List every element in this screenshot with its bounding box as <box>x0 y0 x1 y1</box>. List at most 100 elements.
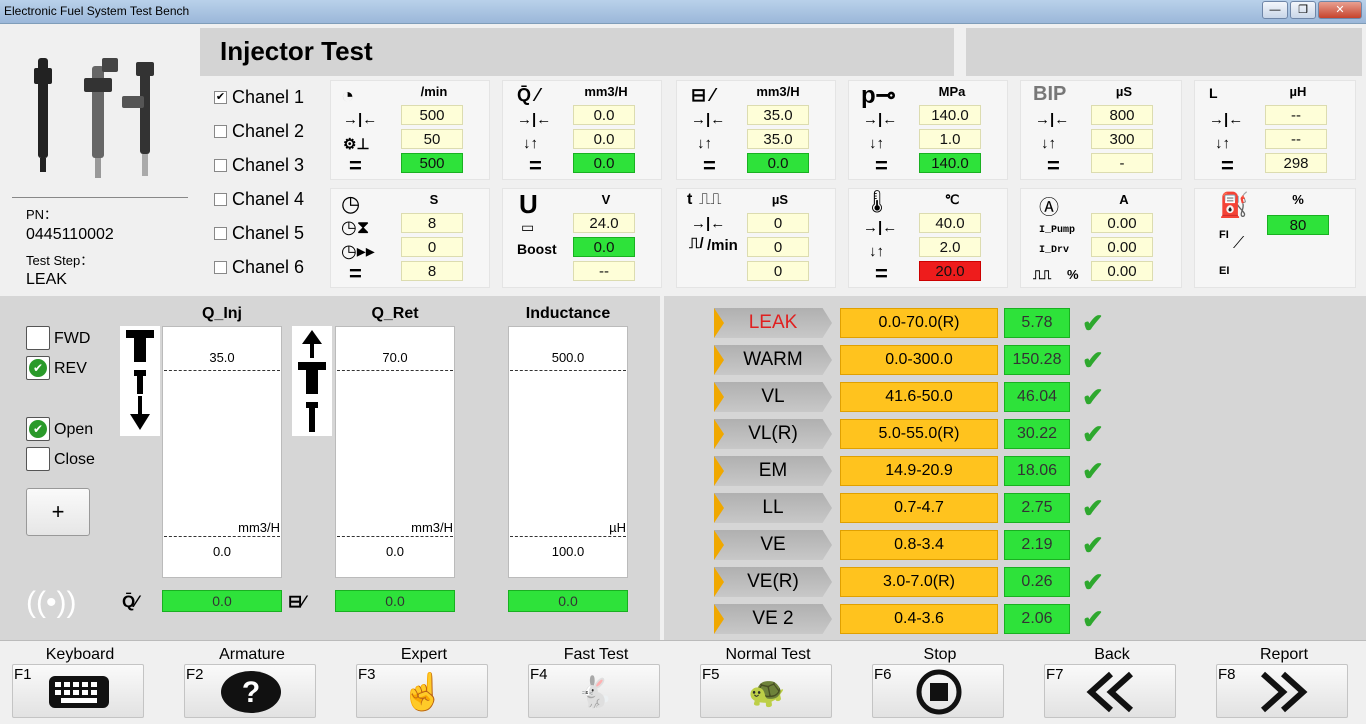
return-flow-icon: ⊟⁄ <box>288 592 306 611</box>
channel-1-checkbox[interactable]: ✔ <box>214 90 227 104</box>
return-flow-set-field[interactable]: 35.0 <box>747 105 809 125</box>
tolerance-icon: ↓↑ <box>869 135 884 152</box>
speed-tol-field[interactable]: 50 <box>401 129 463 149</box>
fast-test-button[interactable]: 🐇 <box>528 664 660 718</box>
step-button[interactable]: VE <box>714 530 832 560</box>
inductance-tol-field[interactable]: -- <box>1265 129 1327 149</box>
channel-5-checkbox[interactable] <box>214 226 227 240</box>
close-label: Close <box>54 451 95 468</box>
report-button[interactable] <box>1216 664 1348 718</box>
flow-q-icon: Q̄⁄ <box>122 592 139 611</box>
gauge-unit: mm3/H <box>238 520 280 535</box>
stop-button[interactable] <box>872 664 1004 718</box>
rabbit-icon: 🐇 <box>576 675 614 709</box>
pn-label: PN： <box>26 207 58 222</box>
equals-icon: = <box>875 261 888 286</box>
channel-4-checkbox[interactable] <box>214 192 227 206</box>
time-unit: S <box>429 192 439 207</box>
check-icon: ✔ <box>1082 345 1104 375</box>
voltage-set-field[interactable]: 24.0 <box>573 213 635 233</box>
step-button[interactable]: VL(R) <box>714 419 832 449</box>
flow-unit: mm3/H <box>584 84 628 99</box>
flow-tol-field[interactable]: 0.0 <box>573 129 635 149</box>
add-button[interactable]: + <box>26 488 90 536</box>
keyboard-button[interactable] <box>12 664 144 718</box>
freq-field[interactable]: 0 <box>747 237 809 257</box>
gauge-value-field: 0.0 <box>162 590 282 612</box>
fkey-f6: Stop F6 <box>860 640 1032 724</box>
step-result: 5.78 <box>1004 308 1070 338</box>
step-button[interactable]: EM <box>714 456 832 486</box>
step-button[interactable]: VL <box>714 382 832 412</box>
channel-1[interactable]: ✔ Chanel 1 <box>214 86 304 108</box>
check-icon: ✔ <box>1082 530 1104 560</box>
gauge-unit: µH <box>609 520 626 535</box>
channel-2[interactable]: Chanel 2 <box>214 120 304 142</box>
fkey-f2: ? Armature F2 <box>172 640 344 724</box>
channel-2-checkbox[interactable] <box>214 124 227 138</box>
minimize-button[interactable]: — <box>1262 1 1288 19</box>
gauge-min-line <box>164 536 280 537</box>
step-result: 2.19 <box>1004 530 1070 560</box>
pulse-waveform-icon: ⎍⎍ <box>699 191 722 208</box>
set-arrows-icon: →|← <box>863 111 898 128</box>
expert-button[interactable]: ☝ <box>356 664 488 718</box>
return-direction-icon <box>292 326 332 436</box>
step-button[interactable]: LEAK <box>714 308 832 338</box>
back-button[interactable] <box>1044 664 1176 718</box>
step-result: 2.06 <box>1004 604 1070 634</box>
return-flow-tol-field[interactable]: 35.0 <box>747 129 809 149</box>
voltage-panel: U ▭ Boost V 24.0 0.0 -- <box>502 188 662 288</box>
check-icon: ✔ <box>1082 604 1104 634</box>
fkey-f5: 🐢 Normal Test F5 <box>688 640 860 724</box>
pressure-set-field[interactable]: 140.0 <box>919 105 981 125</box>
step-button[interactable]: VE 2 <box>714 604 832 634</box>
inductance-set-field[interactable]: -- <box>1265 105 1327 125</box>
divider <box>12 197 188 198</box>
bip-tol-field[interactable]: 300 <box>1091 129 1153 149</box>
time-set-field[interactable]: 8 <box>401 213 463 233</box>
return-flow-panel: ⊟ ⁄ →|← ↓↑ = mm3/H 35.0 35.0 0.0 <box>676 80 836 180</box>
fkey-code: F8 <box>1218 666 1236 683</box>
fwd-label: FWD <box>54 330 91 347</box>
maximize-button[interactable]: ❐ <box>1290 1 1316 19</box>
inductance-panel: L →|← ↓↑ = µH -- -- 298 <box>1194 80 1356 180</box>
temp-tol-field[interactable]: 2.0 <box>919 237 981 257</box>
channel-6[interactable]: Chanel 6 <box>214 256 304 278</box>
driver-current-field: 0.00 <box>1091 237 1153 257</box>
fwd-checkbox[interactable] <box>26 326 50 350</box>
gauge-min-line <box>337 536 453 537</box>
step-button[interactable]: VE(R) <box>714 567 832 597</box>
time-remaining-field: 0 <box>401 237 463 257</box>
channel-3-checkbox[interactable] <box>214 158 227 172</box>
channel-5[interactable]: Chanel 5 <box>214 222 304 244</box>
step-range: 41.6-50.0 <box>840 382 998 412</box>
open-checkbox[interactable] <box>26 417 50 441</box>
armature-button[interactable]: ? <box>184 664 316 718</box>
channel-6-checkbox[interactable] <box>214 260 227 274</box>
channel-4[interactable]: Chanel 4 <box>214 188 304 210</box>
window-title: Electronic Fuel System Test Bench <box>4 4 190 18</box>
gauge-unit: mm3/H <box>411 520 453 535</box>
time-panel: ◷ ◷⧗ ◷▸▸ = S 8 0 8 <box>330 188 490 288</box>
rev-checkbox[interactable] <box>26 356 50 380</box>
speed-set-field[interactable]: 500 <box>401 105 463 125</box>
normal-test-button[interactable]: 🐢 <box>700 664 832 718</box>
fkey-label: Report <box>1259 646 1309 663</box>
temp-set-field[interactable]: 40.0 <box>919 213 981 233</box>
fkey-label: Normal Test <box>725 646 811 663</box>
flow-set-field[interactable]: 0.0 <box>573 105 635 125</box>
step-button[interactable]: LL <box>714 493 832 523</box>
bip-set-field[interactable]: 800 <box>1091 105 1153 125</box>
injector-image <box>34 58 154 178</box>
equals-icon: = <box>349 153 362 178</box>
close-button[interactable]: ✕ <box>1318 1 1362 19</box>
channel-3[interactable]: Chanel 3 <box>214 154 304 176</box>
pulse-panel: t ⎍⎍ →|← ⎍/ /min µS 0 0 0 <box>676 188 836 288</box>
close-checkbox[interactable] <box>26 447 50 471</box>
set-arrows-icon: →|← <box>691 215 726 232</box>
pulse-set-field[interactable]: 0 <box>747 213 809 233</box>
pressure-tol-field[interactable]: 1.0 <box>919 129 981 149</box>
fuel-ei-label: EI <box>1219 265 1230 277</box>
step-button[interactable]: WARM <box>714 345 832 375</box>
